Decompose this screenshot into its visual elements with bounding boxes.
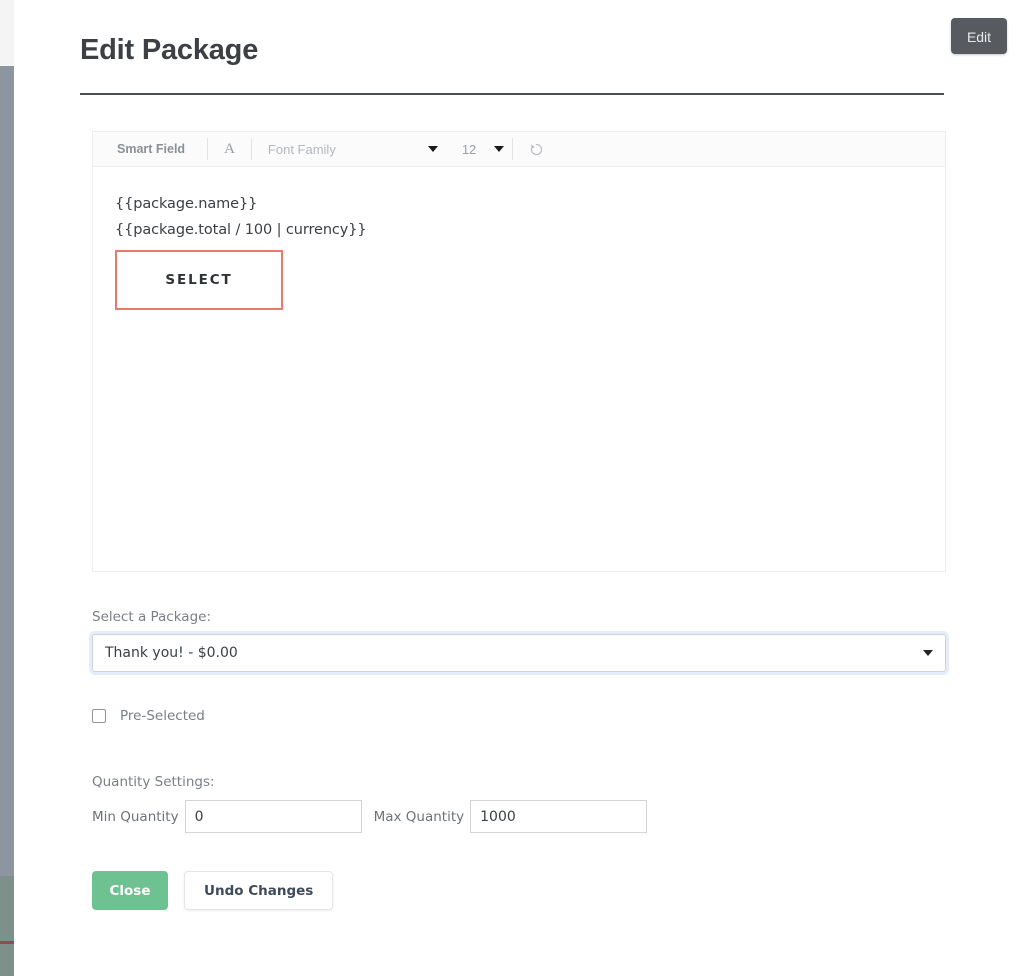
chevron-down-icon	[427, 146, 438, 152]
background-app-strip	[0, 0, 14, 976]
undo-changes-button[interactable]: Undo Changes	[184, 871, 334, 910]
page-title: Edit Package	[80, 34, 259, 66]
close-button[interactable]: Close	[92, 871, 168, 910]
editor-content-area[interactable]: {{package.name}} {{package.total / 100 |…	[93, 167, 945, 571]
min-quantity-input[interactable]	[184, 800, 362, 833]
font-size-value: 12	[461, 141, 477, 157]
edit-button[interactable]: Edit	[951, 18, 1007, 54]
edit-package-modal: Edit Edit Package Smart Field A Font Fam…	[14, 0, 1024, 976]
footer-buttons: Close Undo Changes	[92, 871, 334, 910]
font-family-dropdown[interactable]: Font Family	[252, 132, 448, 167]
background-topbar-strip	[0, 0, 14, 66]
quantity-settings-row: Min Quantity Max Quantity	[92, 800, 648, 833]
background-divider-strip	[0, 941, 14, 944]
pre-selected-label: Pre-Selected	[120, 708, 205, 724]
pre-selected-checkbox[interactable]	[92, 709, 106, 723]
package-select[interactable]: Thank you! - $0.00	[92, 634, 946, 672]
max-quantity-input[interactable]	[470, 800, 648, 833]
letter-a-icon: A	[224, 140, 235, 157]
chevron-down-icon	[494, 146, 505, 152]
undo-button[interactable]	[513, 132, 560, 167]
rich-text-editor: Smart Field A Font Family 12 {{package.n…	[92, 131, 946, 572]
select-package-button[interactable]: SELECT	[115, 250, 283, 310]
min-quantity-label: Min Quantity	[92, 808, 179, 825]
pre-selected-row: Pre-Selected	[92, 708, 205, 724]
select-package-button-label: SELECT	[165, 272, 233, 288]
background-sidebar-strip	[0, 66, 14, 876]
quantity-settings-label: Quantity Settings:	[92, 774, 215, 790]
package-select-value: Thank you! - $0.00	[105, 645, 238, 661]
background-panel-strip	[0, 876, 14, 976]
max-quantity-label: Max Quantity	[373, 808, 465, 825]
editor-line: {{package.name}}	[115, 196, 258, 212]
chevron-down-icon	[923, 650, 933, 656]
font-family-label: Font Family	[267, 141, 336, 157]
smart-field-button[interactable]: Smart Field	[93, 132, 207, 167]
editor-toolbar: Smart Field A Font Family 12	[93, 132, 945, 167]
undo-arrow-icon	[531, 143, 543, 155]
editor-line: {{package.total / 100 | currency}}	[115, 222, 367, 238]
font-size-dropdown[interactable]: 12	[448, 132, 512, 167]
font-style-button[interactable]: A	[208, 132, 251, 167]
title-divider	[80, 93, 944, 95]
package-select-label: Select a Package:	[92, 609, 212, 625]
